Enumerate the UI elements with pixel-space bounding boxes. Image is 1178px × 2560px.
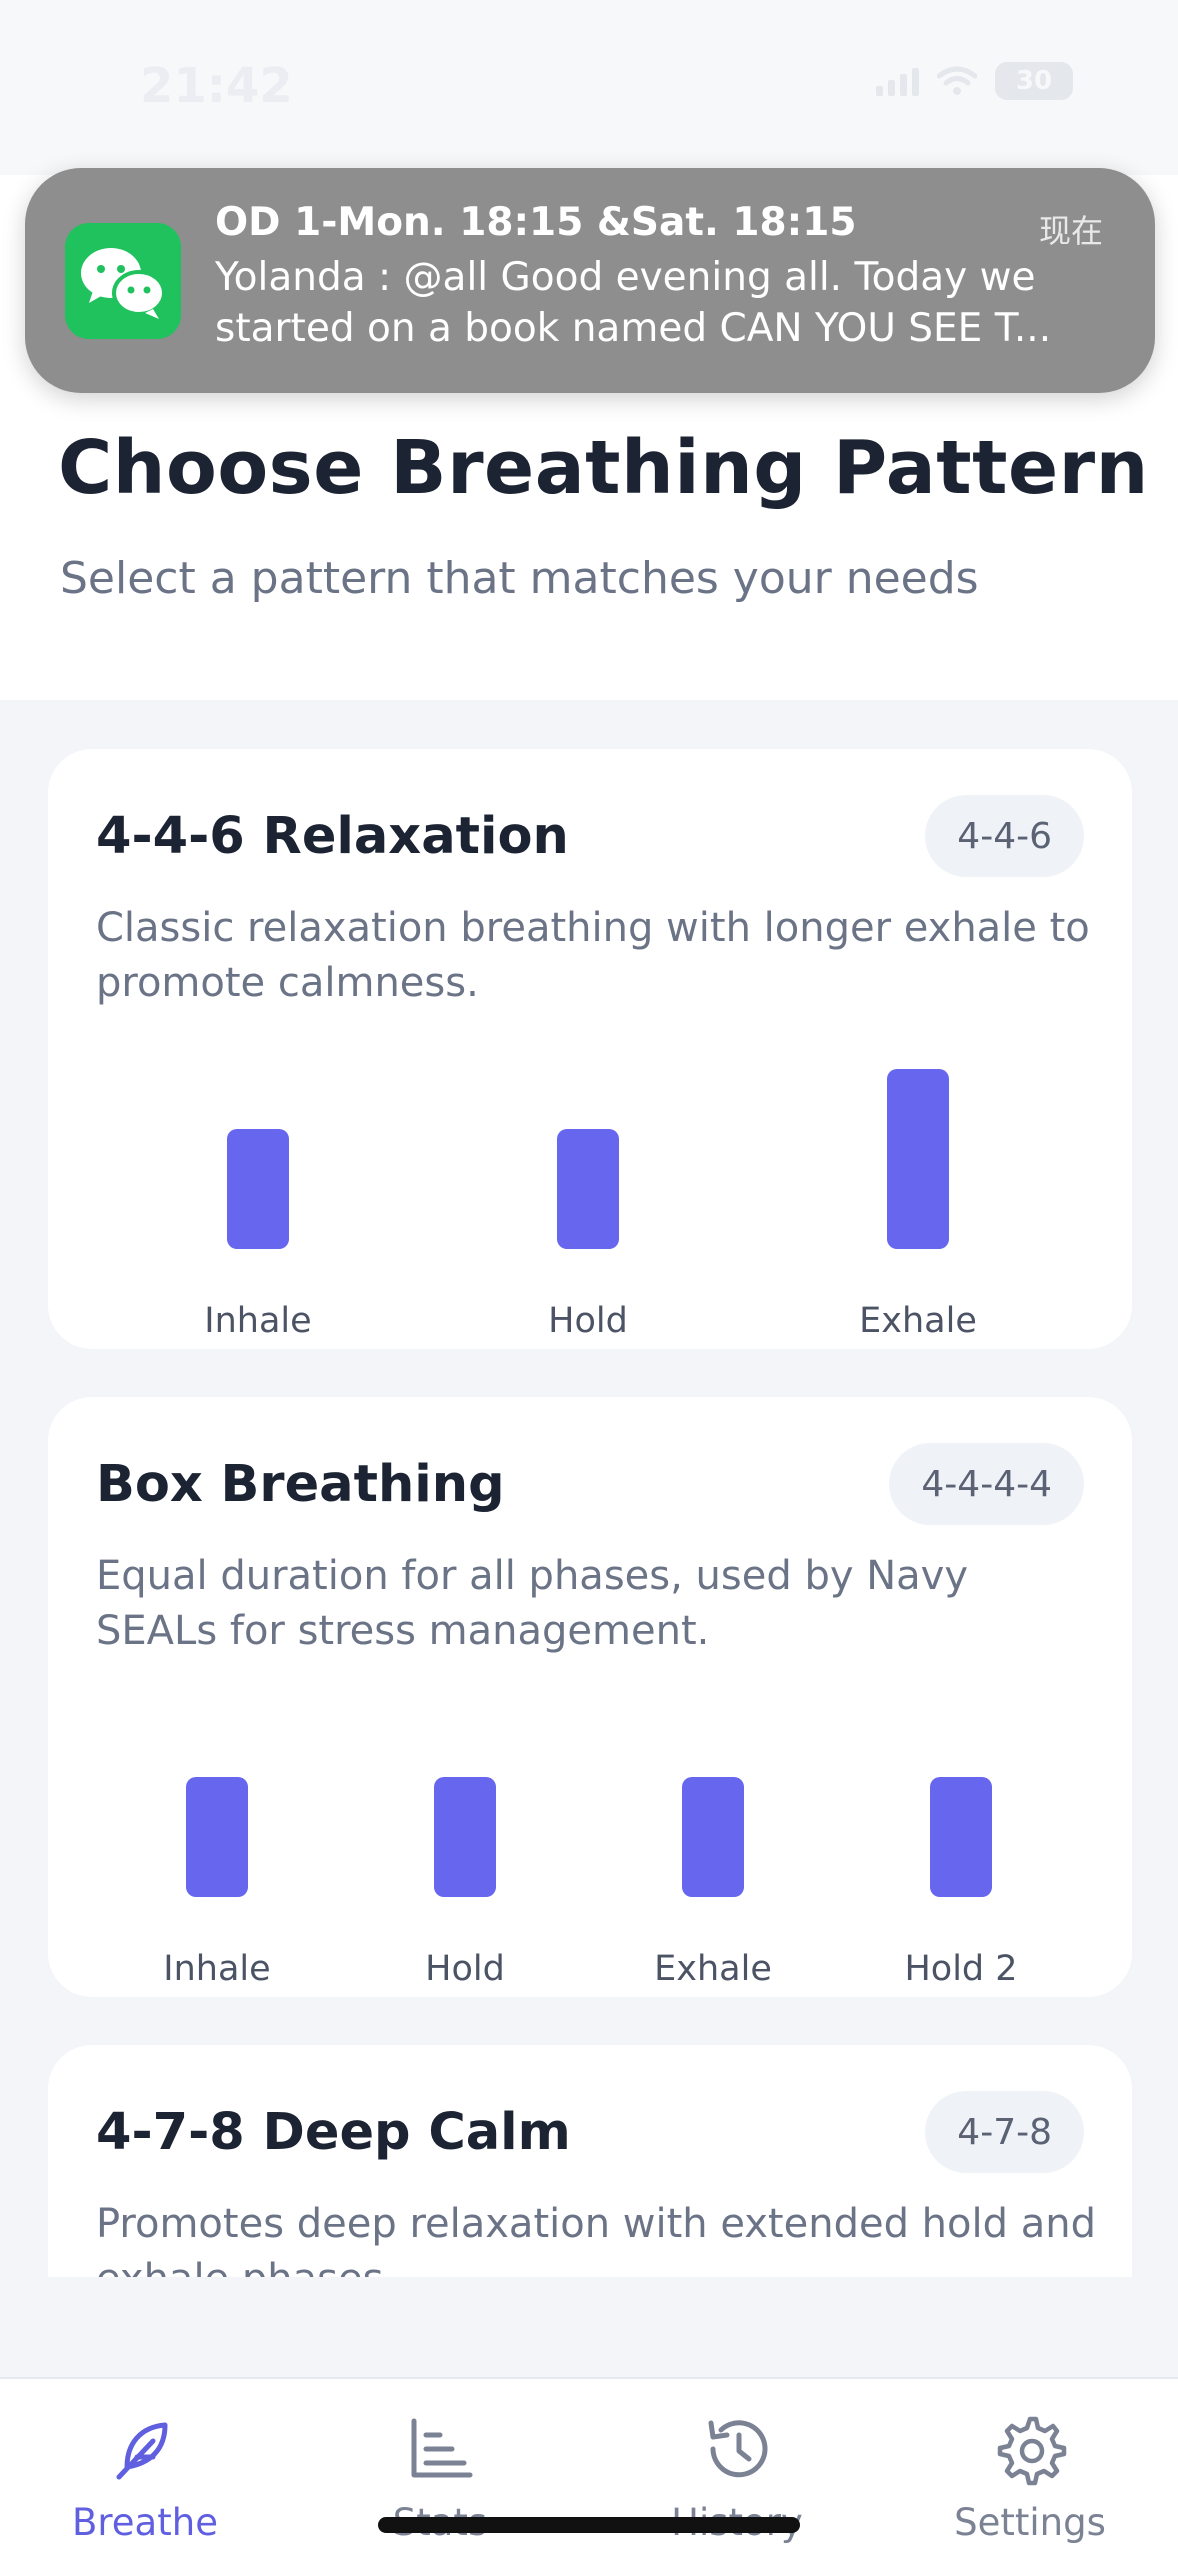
notification-banner[interactable]: OD 1-Mon. 18:15 &Sat. 18:15 现在 Yolanda :… <box>25 168 1155 393</box>
phase-label: Hold 2 <box>904 1949 1018 1989</box>
phase-bar <box>434 1777 496 1897</box>
pattern-description: Promotes deep relaxation with extended h… <box>96 2201 1096 2277</box>
phase-bar <box>227 1129 289 1249</box>
signal-icon <box>876 66 919 96</box>
wechat-icon <box>65 223 181 339</box>
phase-bar <box>930 1777 992 1897</box>
pattern-title: 4-7-8 Deep Calm <box>96 2103 571 2162</box>
phase-chart: Inhale Hold Exhale <box>48 749 1132 1349</box>
notification-body-line: Yolanda : @all Good evening all. Today w… <box>215 255 1036 300</box>
phase-label: Exhale <box>859 1301 977 1341</box>
phase-label: Inhale <box>204 1301 312 1341</box>
phase-label: Inhale <box>163 1949 271 1989</box>
phase-label: Exhale <box>654 1949 772 1989</box>
page-title: Choose Breathing Pattern <box>58 425 1149 511</box>
phase-bar <box>682 1777 744 1897</box>
tab-breathe[interactable]: Breathe <box>15 2379 275 2560</box>
notification-time: 现在 <box>1038 212 1103 250</box>
tab-settings[interactable]: Settings <box>900 2379 1160 2560</box>
wifi-icon <box>937 66 977 95</box>
bar-chart-icon <box>411 2418 473 2478</box>
feather-icon <box>116 2422 168 2480</box>
phase-bar <box>887 1069 949 1249</box>
pattern-list[interactable]: 4-4-6 Relaxation 4-4-6 Classic relaxatio… <box>0 700 1178 2277</box>
phase-bar <box>186 1777 248 1897</box>
status-icons: 30 <box>876 62 1073 100</box>
notification-body: Yolanda : @all Good evening all. Today w… <box>215 252 1115 354</box>
phase-label: Hold <box>425 1949 505 1989</box>
home-indicator <box>378 2517 800 2533</box>
notification-title: OD 1-Mon. 18:15 &Sat. 18:15 <box>215 200 857 245</box>
gear-icon <box>997 2416 1067 2486</box>
phase-bar <box>557 1129 619 1249</box>
pattern-card-box[interactable]: Box Breathing 4-4-4-4 Equal duration for… <box>48 1397 1132 1997</box>
status-bar: 21:42 30 <box>0 0 1178 175</box>
phase-chart: Inhale Hold Exhale Hold 2 <box>48 1397 1132 1997</box>
pattern-card-relaxation[interactable]: 4-4-6 Relaxation 4-4-6 Classic relaxatio… <box>48 749 1132 1349</box>
notification-body-line: started on a book named CAN YOU SEE T... <box>215 306 1052 351</box>
pattern-badge: 4-7-8 <box>925 2091 1084 2173</box>
history-icon <box>708 2420 768 2478</box>
status-time: 21:42 <box>140 58 293 114</box>
tab-label: Settings <box>954 2501 1106 2544</box>
phase-label: Hold <box>548 1301 628 1341</box>
page-subtitle: Select a pattern that matches your needs <box>60 553 979 604</box>
battery-icon: 30 <box>995 62 1073 100</box>
tab-label: Breathe <box>72 2501 218 2544</box>
pattern-card-deep-calm[interactable]: 4-7-8 Deep Calm 4-7-8 Promotes deep rela… <box>48 2045 1132 2277</box>
